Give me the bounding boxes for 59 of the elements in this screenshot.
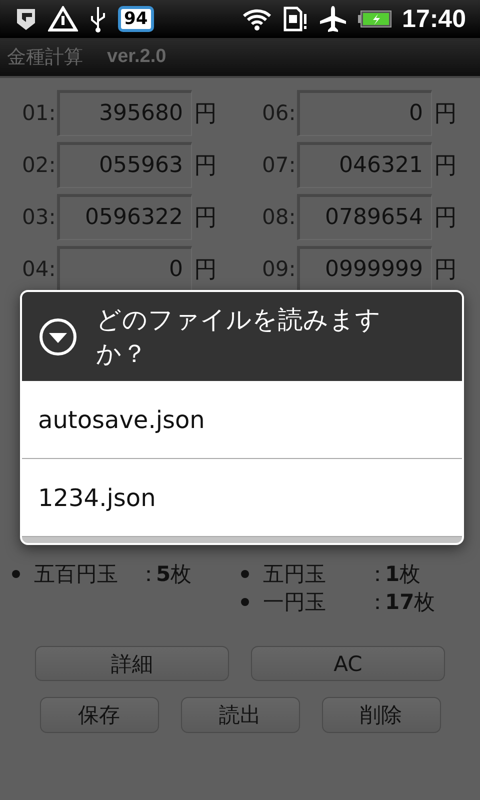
field-label: 07: <box>262 153 297 177</box>
coin-count: 17 <box>385 590 414 614</box>
denomination-name: 五百円玉 <box>34 561 119 588</box>
amount-field[interactable]: 055963 <box>57 142 192 188</box>
notification-badge: 94 <box>118 6 154 32</box>
field-label: 06: <box>262 101 297 125</box>
dropdown-circle-icon <box>38 316 78 356</box>
yen-unit: 円 <box>434 152 457 180</box>
field-label: 04: <box>22 257 57 281</box>
action-button[interactable]: AC <box>251 646 445 681</box>
field-label: 08: <box>262 205 297 229</box>
colon: ： <box>367 561 385 588</box>
bullet-icon <box>12 570 20 578</box>
file-list-item[interactable]: 1234.json <box>22 459 462 537</box>
action-button[interactable]: 削除 <box>322 697 440 733</box>
action-button[interactable]: 詳細 <box>35 646 229 681</box>
amount-field[interactable]: 0596322 <box>57 194 192 240</box>
usb-icon <box>88 5 108 33</box>
coin-count: 1 <box>385 562 400 586</box>
yen-unit: 円 <box>194 152 217 180</box>
yen-unit: 円 <box>434 204 457 232</box>
amount-field[interactable]: 395680 <box>57 90 192 136</box>
warning-icon <box>48 6 78 32</box>
yen-unit: 円 <box>194 100 217 128</box>
app-title: 金種計算 <box>7 45 83 70</box>
airplane-icon <box>318 5 348 33</box>
battery-icon <box>358 10 392 28</box>
coin-count: 5 <box>156 562 171 586</box>
amount-field[interactable]: 046321 <box>297 142 432 188</box>
count-unit: 枚 <box>400 561 421 588</box>
file-list-item[interactable]: autosave.json <box>22 381 462 459</box>
clock-time: 17:40 <box>402 4 466 34</box>
field-label: 03: <box>22 205 57 229</box>
count-unit: 枚 <box>414 589 436 616</box>
amount-field[interactable]: 0999999 <box>297 246 432 292</box>
yen-unit: 円 <box>194 204 217 232</box>
dialog-title: どのファイルを読みますか？ <box>96 304 382 370</box>
amount-field[interactable]: 0789654 <box>297 194 432 240</box>
colon: ： <box>367 589 385 616</box>
yen-unit: 円 <box>434 100 457 128</box>
count-unit: 枚 <box>170 561 192 588</box>
field-label: 09: <box>262 257 297 281</box>
yen-unit: 円 <box>434 256 457 284</box>
amount-field[interactable]: 0 <box>57 246 192 292</box>
sim-card-icon <box>282 6 308 32</box>
field-label: 01: <box>22 101 57 125</box>
yen-unit: 円 <box>194 256 217 284</box>
bullet-icon <box>241 570 249 578</box>
denomination-name: 一円玉 <box>263 589 327 616</box>
amount-field[interactable]: 0 <box>297 90 432 136</box>
denomination-name: 五円玉 <box>263 561 327 588</box>
colon: ： <box>138 561 156 588</box>
shield-icon <box>14 6 38 32</box>
action-button[interactable]: 保存 <box>40 697 158 733</box>
action-button[interactable]: 読出 <box>180 697 300 733</box>
app-version: ver.2.0 <box>107 46 166 68</box>
wifi-icon <box>242 7 272 31</box>
bullet-icon <box>241 598 249 606</box>
field-label: 02: <box>22 153 57 177</box>
